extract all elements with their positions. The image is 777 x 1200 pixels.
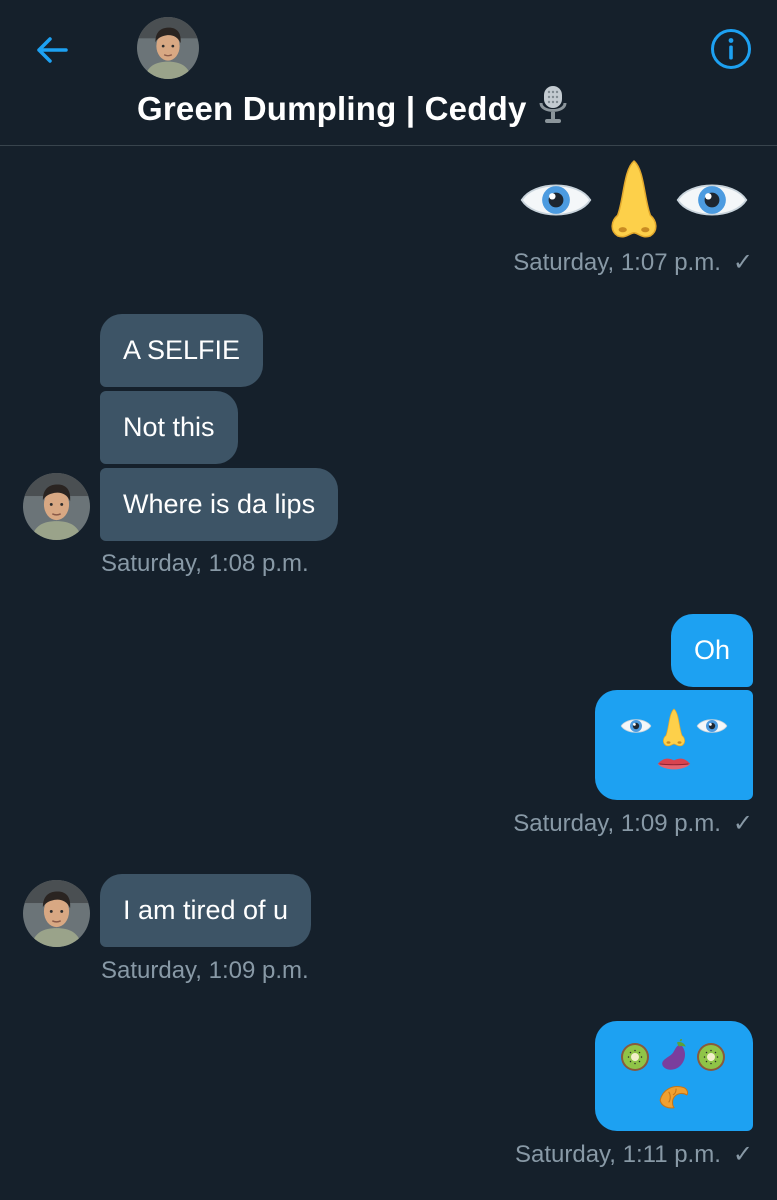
outgoing-message-bubble[interactable]: Oh bbox=[670, 614, 753, 687]
outgoing-emoji-message[interactable] bbox=[519, 160, 749, 240]
message-timestamp: Saturday, 1:07 p.m. ✓ bbox=[513, 247, 753, 279]
message-timestamp: Saturday, 1:09 p.m. bbox=[101, 955, 309, 987]
message-text: Not this bbox=[123, 412, 215, 442]
timestamp-text: Saturday, 1:07 p.m. bbox=[513, 249, 721, 276]
message-text: A SELFIE bbox=[123, 335, 241, 365]
eye-emoji bbox=[519, 175, 593, 225]
nose-emoji bbox=[659, 708, 689, 748]
eye-emoji bbox=[620, 715, 652, 737]
eggplant-emoji bbox=[657, 1039, 691, 1073]
timestamp-text: Saturday, 1:09 p.m. bbox=[513, 810, 721, 837]
outgoing-emoji-bubble[interactable] bbox=[595, 690, 753, 800]
incoming-message-bubble[interactable]: I am tired of u bbox=[100, 874, 312, 947]
title-text: Green Dumpling | Ceddy bbox=[137, 90, 527, 127]
microphone-icon bbox=[539, 85, 567, 133]
lips-emoji bbox=[656, 754, 692, 774]
check-icon: ✓ bbox=[732, 249, 753, 276]
arrow-left-icon bbox=[35, 36, 69, 69]
kiwi-emoji bbox=[695, 1041, 727, 1073]
conversation-title[interactable]: Green Dumpling | Ceddy bbox=[137, 86, 567, 132]
message-text: I am tired of u bbox=[123, 895, 289, 925]
incoming-message-bubble[interactable]: Where is da lips bbox=[100, 468, 339, 541]
kiwi-emoji bbox=[619, 1041, 651, 1073]
message-timestamp: Saturday, 1:08 p.m. bbox=[101, 548, 309, 580]
sender-avatar[interactable] bbox=[23, 473, 90, 540]
info-button[interactable] bbox=[708, 28, 754, 74]
sender-avatar[interactable] bbox=[23, 880, 90, 947]
info-icon bbox=[710, 28, 752, 75]
back-button[interactable] bbox=[30, 30, 74, 74]
timestamp-text: Saturday, 1:11 p.m. bbox=[515, 1141, 721, 1168]
eye-emoji bbox=[696, 715, 728, 737]
timestamp-text: Saturday, 1:09 p.m. bbox=[101, 957, 309, 984]
header-avatar[interactable] bbox=[137, 17, 199, 79]
croissant-emoji bbox=[657, 1079, 691, 1113]
message-timestamp: Saturday, 1:11 p.m. ✓ bbox=[515, 1139, 753, 1171]
message-timestamp: Saturday, 1:09 p.m. ✓ bbox=[513, 808, 753, 840]
message-text: Where is da lips bbox=[123, 489, 316, 519]
check-icon: ✓ bbox=[732, 1141, 753, 1168]
eye-emoji bbox=[675, 175, 749, 225]
incoming-message-bubble[interactable]: A SELFIE bbox=[100, 314, 264, 387]
nose-emoji bbox=[603, 159, 665, 241]
conversation-header: Green Dumpling | Ceddy bbox=[0, 0, 777, 146]
check-icon: ✓ bbox=[732, 810, 753, 837]
incoming-message-bubble[interactable]: Not this bbox=[100, 391, 238, 464]
timestamp-text: Saturday, 1:08 p.m. bbox=[101, 550, 309, 577]
message-text: Oh bbox=[693, 635, 730, 665]
outgoing-emoji-bubble[interactable] bbox=[595, 1021, 753, 1131]
